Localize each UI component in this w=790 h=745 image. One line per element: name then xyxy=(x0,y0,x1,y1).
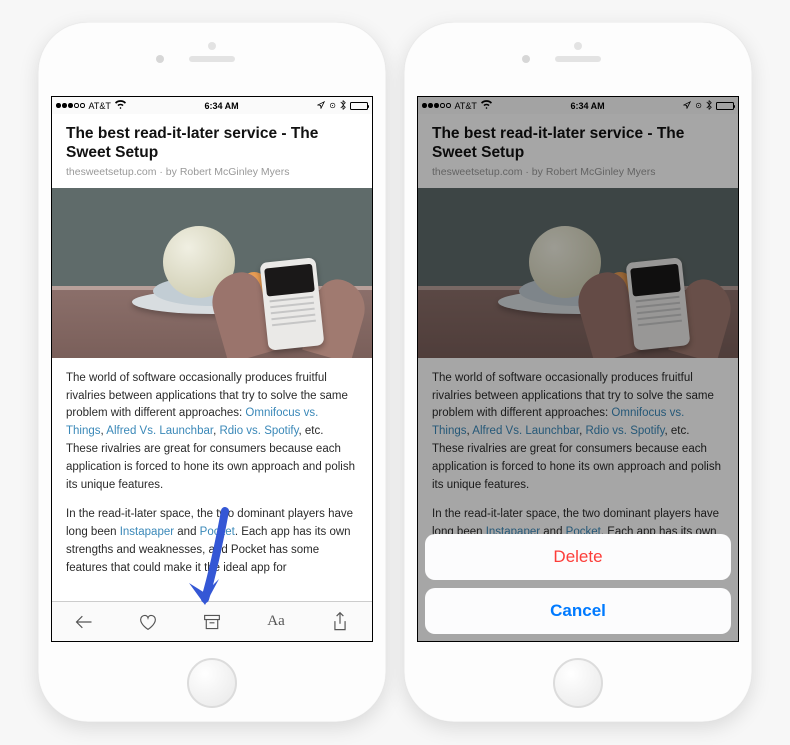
status-bar: AT&T 6:34 AM ⊙ xyxy=(52,97,372,114)
cancel-button[interactable]: Cancel xyxy=(425,588,731,634)
wifi-icon xyxy=(115,100,126,111)
back-button[interactable] xyxy=(71,609,97,635)
status-time: 6:34 AM xyxy=(204,101,238,111)
article-title: The best read-it-later service - The Swe… xyxy=(66,124,358,163)
link-rdio-vs-spotify[interactable]: Rdio vs. Spotify xyxy=(219,425,298,437)
signal-dots xyxy=(56,103,85,108)
article-hero-image xyxy=(52,188,372,358)
paragraph-1: The world of software occasionally produ… xyxy=(66,370,358,495)
link-instapaper[interactable]: Instapaper xyxy=(120,526,174,538)
bluetooth-icon xyxy=(340,100,346,112)
article-content: The best read-it-later service - The Swe… xyxy=(52,114,372,578)
paragraph-2: In the read-it-later space, the two domi… xyxy=(66,506,358,577)
share-button[interactable] xyxy=(327,609,353,635)
screen-left: AT&T 6:34 AM ⊙ The best read-it-later se… xyxy=(51,96,373,642)
article-byline: thesweetsetup.com · by Robert McGinley M… xyxy=(66,166,358,178)
battery-icon xyxy=(350,102,368,110)
like-button[interactable] xyxy=(135,609,161,635)
bottom-toolbar: Aa xyxy=(52,601,372,641)
home-button[interactable] xyxy=(553,658,603,708)
archive-button[interactable] xyxy=(199,609,225,635)
action-sheet: Delete Cancel xyxy=(425,534,731,634)
phone-left: AT&T 6:34 AM ⊙ The best read-it-later se… xyxy=(38,22,386,722)
screen-right: AT&T 6:34 AM ⊙ The best read-it-later se… xyxy=(417,96,739,642)
link-pocket[interactable]: Pocket xyxy=(200,526,235,538)
home-button[interactable] xyxy=(187,658,237,708)
appearance-button[interactable]: Aa xyxy=(263,609,289,635)
delete-button[interactable]: Delete xyxy=(425,534,731,580)
alarm-icon: ⊙ xyxy=(329,101,336,110)
location-icon xyxy=(317,101,325,111)
carrier-label: AT&T xyxy=(89,101,111,111)
link-alfred-vs-launchbar[interactable]: Alfred Vs. Launchbar xyxy=(106,425,213,437)
phone-right: AT&T 6:34 AM ⊙ The best read-it-later se… xyxy=(404,22,752,722)
